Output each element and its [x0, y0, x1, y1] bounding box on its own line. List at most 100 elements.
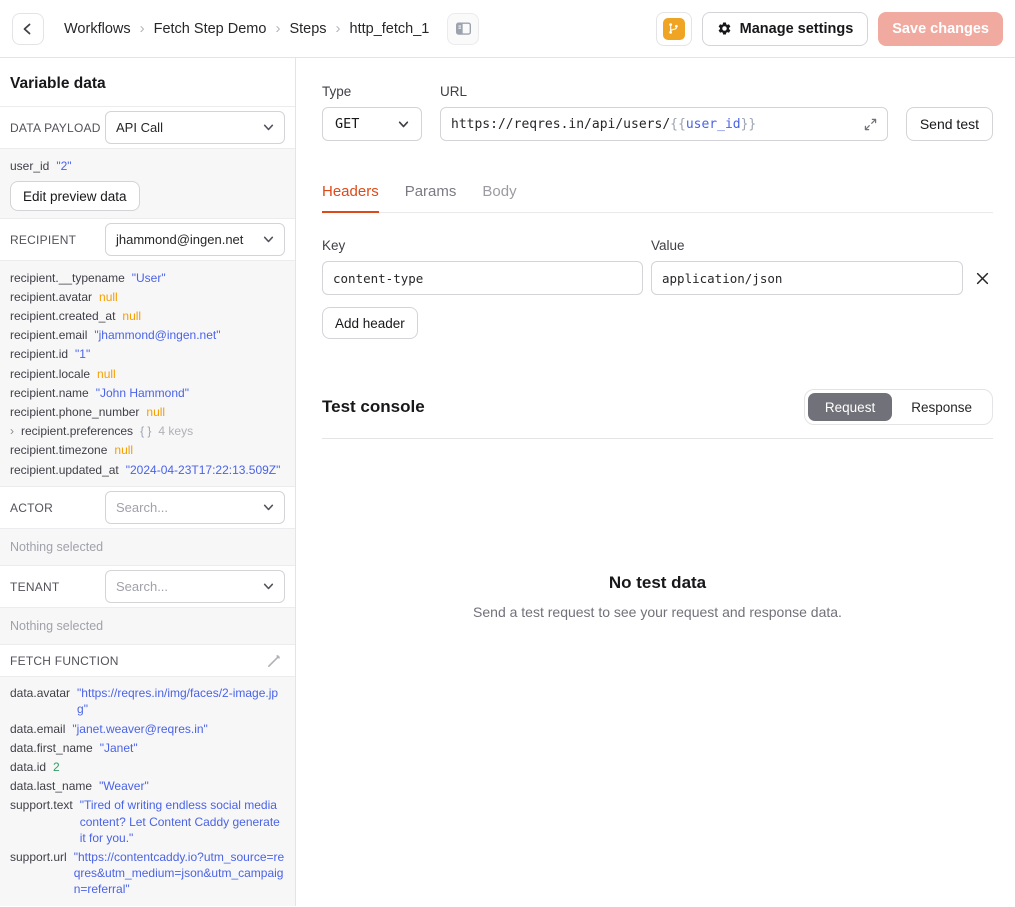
gear-icon: [717, 21, 732, 36]
kv-key: data.first_name: [10, 740, 93, 756]
tenant-label: TENANT: [10, 580, 59, 594]
kv-value: "User": [132, 270, 166, 286]
tenant-empty-text: Nothing selected: [0, 607, 295, 645]
kv-value: "janet.weaver@reqres.in": [72, 721, 207, 737]
value-column-label: Value: [651, 238, 685, 253]
kv-row: recipient.avatarnull: [10, 287, 285, 306]
type-label: Type: [322, 84, 422, 99]
kv-row: recipient.name "John Hammond": [10, 383, 285, 402]
kv-value: 2: [53, 759, 60, 775]
kv-key: user_id: [10, 158, 49, 174]
edit-fetch-function-button[interactable]: [263, 650, 285, 672]
tenant-select[interactable]: Search...: [105, 570, 285, 603]
kv-value: "https://reqres.in/img/faces/2-image.jpg…: [77, 685, 285, 717]
expand-icon[interactable]: [864, 118, 877, 131]
close-icon: [976, 272, 989, 285]
tab-body[interactable]: Body: [482, 183, 516, 213]
header-value-input[interactable]: [651, 261, 963, 295]
fetch-function-preview: data.avatar"https://reqres.in/img/faces/…: [0, 676, 295, 906]
chevron-down-icon: [263, 502, 274, 513]
kv-value: "Weaver": [99, 778, 149, 794]
test-console-bar: Test console RequestResponse: [322, 389, 993, 439]
data-payload-preview: user_id "2" Edit preview data: [0, 148, 295, 219]
actor-row: ACTOR Search...: [0, 487, 295, 528]
kv-row: user_id "2": [10, 156, 285, 175]
kv-value: null: [146, 404, 165, 420]
request-tabs: Headers Params Body: [322, 183, 993, 213]
kv-row: recipient.__typename"User": [10, 268, 285, 287]
kv-suffix: 4 keys: [158, 423, 193, 439]
breadcrumb-item[interactable]: http_fetch_1: [350, 21, 430, 37]
kv-row: recipient.email"jhammond@ingen.net": [10, 326, 285, 345]
kv-key: recipient.phone_number: [10, 404, 139, 420]
kv-value: "John Hammond": [96, 385, 189, 401]
kv-key: data.email: [10, 721, 65, 737]
kv-row: recipient.created_atnull: [10, 307, 285, 326]
back-button[interactable]: [12, 13, 44, 45]
kv-value: { }: [140, 423, 151, 439]
kv-value: null: [99, 289, 118, 305]
actor-empty-text: Nothing selected: [0, 528, 295, 566]
type-group: Type GET: [322, 84, 422, 141]
toggle-response[interactable]: Response: [894, 393, 989, 421]
manage-settings-button[interactable]: Manage settings: [702, 12, 869, 46]
kv-key: recipient.email: [10, 327, 87, 343]
expand-caret-icon[interactable]: ›: [10, 423, 14, 439]
chevron-down-icon: [398, 119, 409, 130]
recipient-preview: recipient.__typename"User"recipient.avat…: [0, 260, 295, 487]
kv-row: data.last_name "Weaver": [10, 777, 285, 796]
remove-header-button[interactable]: [971, 267, 993, 289]
kv-row: data.avatar"https://reqres.in/img/faces/…: [10, 684, 285, 719]
header-key-input[interactable]: [322, 261, 643, 295]
kv-row: recipient.updated_at"2024-04-23T17:22:13…: [10, 460, 285, 479]
kv-key: data.last_name: [10, 778, 92, 794]
topbar-actions: Manage settings Save changes: [656, 12, 1003, 46]
top-bar: Workflows›Fetch Step Demo›Steps›http_fet…: [0, 0, 1015, 58]
method-select[interactable]: GET: [322, 107, 422, 141]
kv-key: support.url: [10, 849, 67, 898]
recipient-select[interactable]: jhammond@ingen.net: [105, 223, 285, 256]
breadcrumb-separator: ›: [275, 21, 280, 36]
send-test-button[interactable]: Send test: [906, 107, 993, 141]
kv-key: support.text: [10, 797, 73, 846]
header-row: [322, 261, 993, 295]
chevron-left-icon: [21, 22, 35, 36]
git-branch-icon: [663, 18, 685, 40]
breadcrumb-item[interactable]: Workflows: [64, 21, 131, 37]
kv-row: recipient.timezonenull: [10, 441, 285, 460]
kv-key: recipient.name: [10, 385, 89, 401]
url-input[interactable]: https://reqres.in/api/users/{{user_id}}: [440, 107, 888, 141]
tab-params[interactable]: Params: [405, 183, 457, 213]
test-console-title: Test console: [322, 397, 425, 417]
kv-value: "2": [56, 158, 71, 174]
add-header-button[interactable]: Add header: [322, 307, 418, 339]
fetch-function-label: FETCH FUNCTION: [10, 654, 119, 668]
empty-state-subtitle: Send a test request to see your request …: [322, 604, 993, 620]
breadcrumb-item[interactable]: Steps: [289, 21, 326, 37]
url-label: URL: [440, 84, 888, 99]
kv-row[interactable]: ›recipient.preferences{ }4 keys: [10, 422, 285, 441]
header-editor-labels: Key Value: [322, 238, 993, 253]
variable-data-sidebar: Variable data DATA PAYLOAD API Call user…: [0, 58, 296, 906]
panel-left-icon: [455, 20, 472, 37]
kv-row: recipient.localenull: [10, 364, 285, 383]
edit-preview-data-button[interactable]: Edit preview data: [10, 181, 140, 211]
kv-row: recipient.phone_number null: [10, 403, 285, 422]
data-payload-select[interactable]: API Call: [105, 111, 285, 144]
toggle-sidebar-button[interactable]: [447, 13, 479, 45]
pencil-icon: [266, 653, 282, 669]
chevron-down-icon: [263, 581, 274, 592]
kv-value: null: [114, 442, 133, 458]
save-changes-button[interactable]: Save changes: [878, 12, 1003, 46]
fetch-function-row: FETCH FUNCTION: [0, 645, 295, 676]
actor-select[interactable]: Search...: [105, 491, 285, 524]
request-editor: Type GET URL https://reqres.in/api/users…: [296, 58, 1015, 906]
toggle-request[interactable]: Request: [808, 393, 892, 421]
recipient-row: RECIPIENT jhammond@ingen.net: [0, 219, 295, 260]
tab-headers[interactable]: Headers: [322, 183, 379, 213]
kv-value: "Tired of writing endless social media c…: [80, 797, 285, 846]
url-group: URL https://reqres.in/api/users/{{user_i…: [440, 84, 888, 141]
breadcrumb-item[interactable]: Fetch Step Demo: [154, 21, 267, 37]
request-builder-row: Type GET URL https://reqres.in/api/users…: [322, 84, 993, 141]
commit-changes-button[interactable]: [656, 12, 692, 46]
